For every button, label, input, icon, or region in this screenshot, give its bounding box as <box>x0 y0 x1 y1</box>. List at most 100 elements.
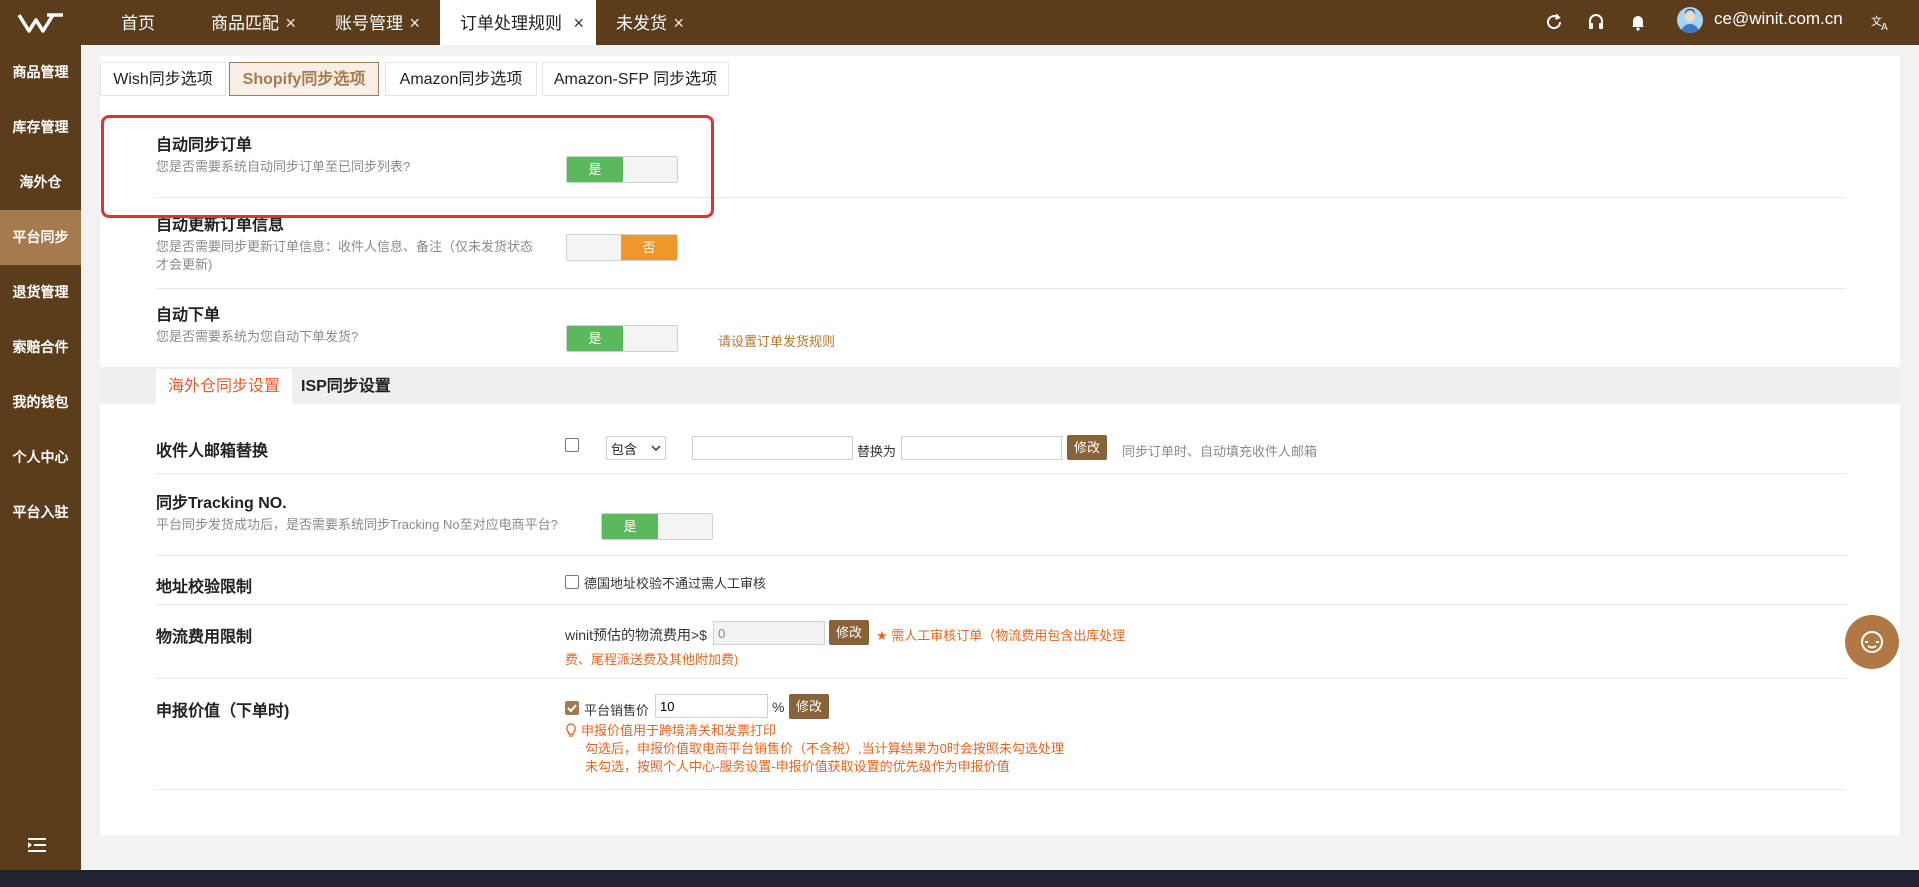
sidebar-item-label: 库存管理 <box>12 119 69 135</box>
address-check-checkbox[interactable] <box>565 575 579 589</box>
close-icon[interactable]: × <box>409 0 420 47</box>
sidebar-item-label: 退货管理 <box>12 284 69 300</box>
logistics-fee-input[interactable] <box>713 621 825 645</box>
order-shipping-rules-link[interactable]: 请设置订单发货规则 <box>718 331 835 350</box>
tab-label: Shopify同步选项 <box>242 71 366 88</box>
tab-label: 首页 <box>121 14 155 33</box>
tab-isp-sync[interactable]: ISP同步设置 <box>301 369 391 404</box>
note-line: 申报价值用于跨境清关和发票打印 <box>565 722 1064 740</box>
check-icon <box>567 704 577 712</box>
address-check-title: 地址校验限制 <box>156 579 253 596</box>
chevron-down-icon <box>651 445 661 451</box>
auto-place-order-title: 自动下单 <box>156 307 221 324</box>
tab-amazon-sfp-sync[interactable]: Amazon-SFP 同步选项 <box>542 62 729 96</box>
sidebar-item-label: 个人中心 <box>12 449 69 465</box>
sidebar-item-personal-center[interactable]: 个人中心 <box>0 430 81 485</box>
match-mode-select[interactable]: 包含 <box>606 436 666 460</box>
email-replace-save-button[interactable]: 修改 <box>1067 435 1108 460</box>
refresh-icon[interactable] <box>1540 8 1568 36</box>
divider <box>156 789 1846 790</box>
declared-value-notes: 申报价值用于跨境清关和发票打印 勾选后，申报价值取电商平台销售价（不含税）,当计… <box>565 722 1064 776</box>
tab-wish-sync[interactable]: Wish同步选项 <box>100 62 226 96</box>
divider <box>156 473 1846 474</box>
tab-unshipped[interactable]: 未发货 × <box>596 0 696 45</box>
svg-text:A: A <box>1881 22 1888 31</box>
tab-label: 商品匹配 <box>211 14 279 33</box>
sidebar-item-products[interactable]: 商品管理 <box>0 45 81 100</box>
collapse-menu-icon[interactable] <box>28 837 52 861</box>
sidebar-item-platform-onboarding[interactable]: 平台入驻 <box>0 485 81 540</box>
sidebar: 商品管理 库存管理 海外仓 平台同步 退货管理 索赔合件 我的钱包 个人中心 平… <box>0 45 81 870</box>
sidebar-item-wallet[interactable]: 我的钱包 <box>0 375 81 430</box>
winit-logo[interactable] <box>0 0 81 45</box>
email-replace-checkbox[interactable] <box>565 438 579 452</box>
customer-support-button[interactable] <box>1845 615 1899 669</box>
sidebar-item-inventory[interactable]: 库存管理 <box>0 100 81 155</box>
sidebar-item-label: 海外仓 <box>19 174 62 190</box>
divider <box>156 555 1846 556</box>
note-line: 勾选后，申报价值取电商平台销售价（不含税）,当计算结果为0时会按照未勾选处理 <box>585 741 1064 756</box>
email-replace-input[interactable] <box>901 436 1062 460</box>
translate-icon[interactable]: 文A <box>1867 8 1895 36</box>
toggle-on-label: 是 <box>602 514 658 539</box>
email-match-input[interactable] <box>692 436 853 460</box>
sidebar-item-returns[interactable]: 退货管理 <box>0 265 81 320</box>
tab-home[interactable]: 首页 <box>101 0 191 45</box>
highlight-box <box>101 115 714 218</box>
tab-amazon-sync[interactable]: Amazon同步选项 <box>385 62 537 96</box>
user-email[interactable]: ce@winit.com.cn <box>1714 0 1843 38</box>
sidebar-item-claims[interactable]: 索赔合件 <box>0 320 81 375</box>
logistics-fee-note: ★ 需人工审核订单（物流费用包含出库处理 <box>876 625 1125 644</box>
address-check-label: 德国地址校验不通过需人工审核 <box>584 576 767 591</box>
tracking-sync-toggle[interactable]: 是 <box>601 513 713 540</box>
tab-label: Wish同步选项 <box>113 71 213 88</box>
note-line: 未勾选，按照个人中心-服务设置-申报价值获取设置的优先级作为申报价值 <box>585 759 1010 774</box>
tab-order-rules[interactable]: 订单处理规则 × <box>440 0 596 45</box>
percent-unit: % <box>772 699 785 715</box>
divider <box>156 604 1846 605</box>
auto-place-order-desc: 您是否需要系统为您自动下单发货? <box>156 329 359 344</box>
tab-label: Amazon同步选项 <box>399 71 523 88</box>
declared-value-title: 申报价值（下单时) <box>156 703 290 720</box>
os-taskbar <box>0 870 1919 887</box>
support-icon <box>1861 631 1883 653</box>
declared-value-checkbox[interactable] <box>565 701 579 715</box>
star-icon: ★ <box>876 628 888 643</box>
tracking-sync-desc: 平台同步发货成功后，是否需要系统同步Tracking No至对应电商平台? <box>156 517 558 532</box>
note-line: 需人工审核订单（物流费用包含出库处理 <box>891 628 1126 643</box>
tab-label: 海外仓同步设置 <box>168 378 281 395</box>
tab-account-management[interactable]: 账号管理 × <box>315 0 432 45</box>
logistics-fee-title: 物流费用限制 <box>156 629 253 646</box>
logistics-fee-note-line2: 费、尾程派送费及其他附加费) <box>565 652 739 667</box>
tab-label: ISP同步设置 <box>301 378 391 395</box>
sidebar-item-overseas-warehouse[interactable]: 海外仓 <box>0 155 81 210</box>
close-icon[interactable]: × <box>573 0 584 47</box>
tab-overseas-warehouse-sync[interactable]: 海外仓同步设置 <box>156 369 293 404</box>
sidebar-item-label: 平台入驻 <box>12 504 69 520</box>
headset-icon[interactable] <box>1582 8 1610 36</box>
tab-product-match[interactable]: 商品匹配 × <box>191 0 308 45</box>
tab-label: 账号管理 <box>335 14 403 33</box>
replace-with-label: 替换为 <box>857 444 897 459</box>
sidebar-item-label: 平台同步 <box>12 229 69 245</box>
tab-label: Amazon-SFP 同步选项 <box>553 71 718 88</box>
auto-update-order-toggle[interactable]: 否 <box>566 234 678 261</box>
toggle-off-label: 否 <box>621 235 677 260</box>
tab-shopify-sync[interactable]: Shopify同步选项 <box>229 62 379 96</box>
tab-label: 订单处理规则 <box>460 14 562 33</box>
close-icon[interactable]: × <box>285 0 296 47</box>
close-icon[interactable]: × <box>673 0 684 47</box>
logo-icon <box>17 12 63 33</box>
avatar[interactable] <box>1677 7 1703 33</box>
declared-value-save-button[interactable]: 修改 <box>789 694 830 719</box>
logistics-fee-prefix: winit预估的物流费用>$ <box>565 627 707 643</box>
email-replace-title: 收件人邮箱替换 <box>156 443 269 460</box>
bell-icon[interactable] <box>1624 8 1652 36</box>
declared-value-input[interactable] <box>655 694 768 718</box>
select-value: 包含 <box>611 441 638 457</box>
auto-place-order-toggle[interactable]: 是 <box>566 325 678 352</box>
sidebar-item-platform-sync[interactable]: 平台同步 <box>0 210 81 265</box>
desc-line: 您是否需要同步更新订单信息：收件人信息、备注（仅未发货状态 <box>156 239 534 254</box>
logistics-fee-save-button[interactable]: 修改 <box>829 620 870 645</box>
sidebar-item-label: 我的钱包 <box>12 394 69 410</box>
